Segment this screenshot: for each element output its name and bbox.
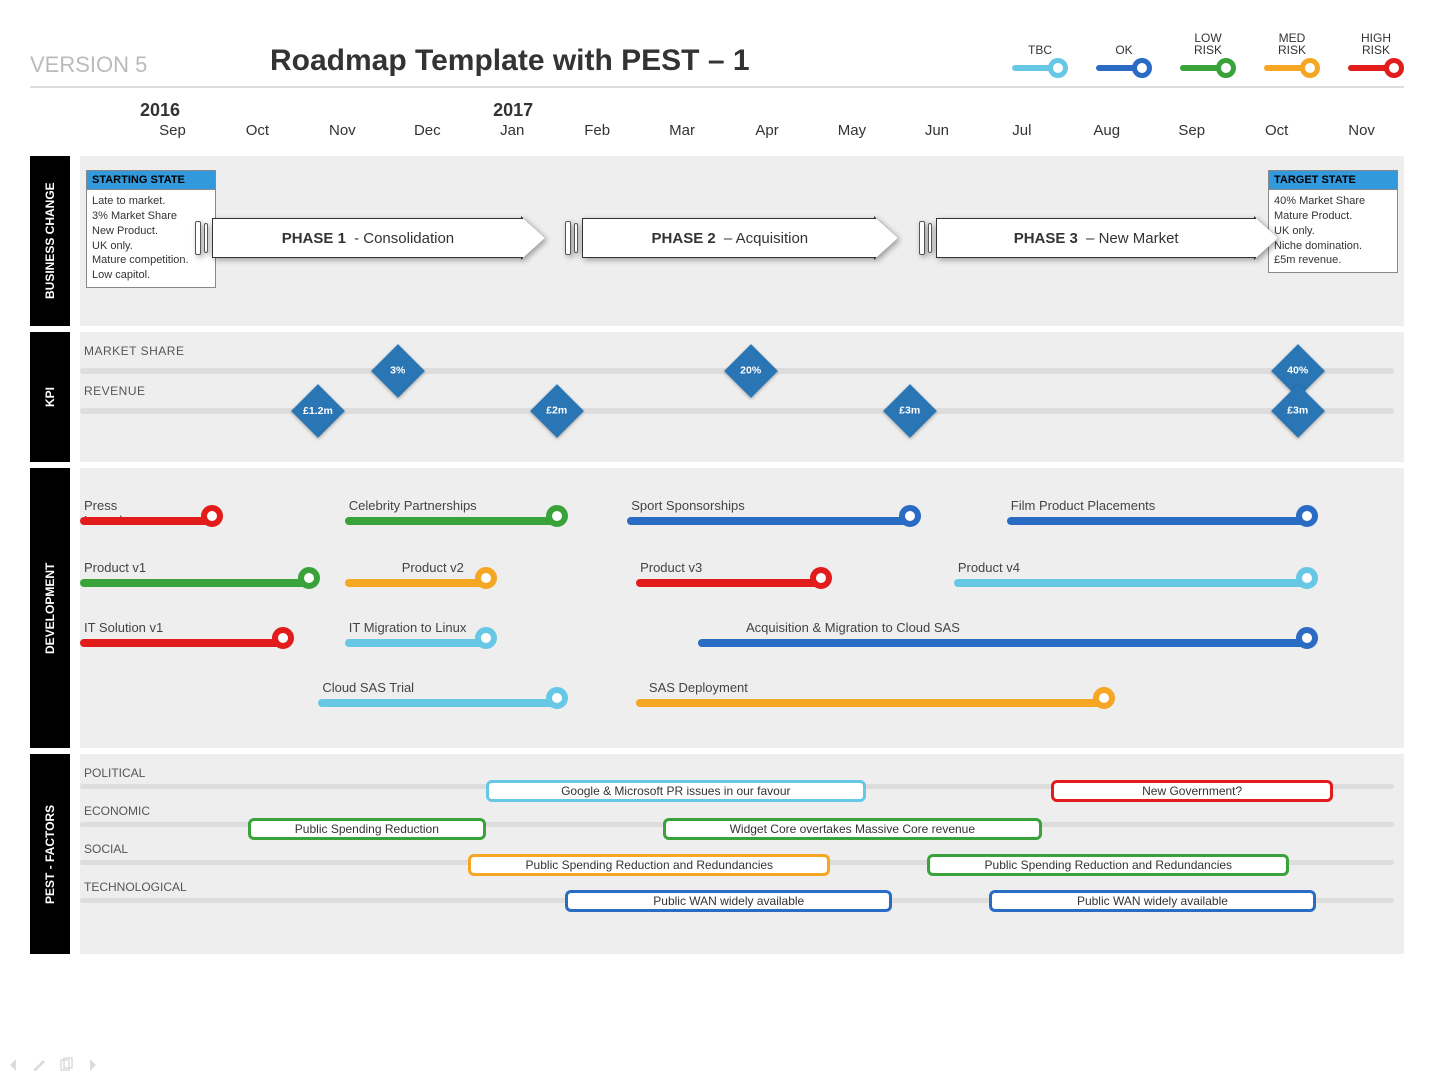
pest-box: Public Spending Reduction	[248, 818, 486, 840]
year-label: 2016	[140, 100, 180, 121]
kpi-row: REVENUE£1.2m£2m£3m£3m	[80, 400, 1404, 426]
dev-item-label: Acquisition & Migration to Cloud SAS	[746, 620, 960, 635]
legend-item: OK	[1096, 30, 1152, 78]
copy-icon[interactable]	[58, 1057, 74, 1076]
pest-row-label: POLITICAL	[84, 766, 145, 780]
legend: TBC OK LOWRISK MEDRISK HIGHRISK	[1012, 30, 1404, 78]
legend-item: HIGHRISK	[1348, 30, 1404, 78]
pest-row-label: TECHNOLOGICAL	[84, 880, 187, 894]
lane-development: DEVELOPMENT PressLaunch Celebrity Partne…	[30, 468, 1404, 748]
dev-item-label: IT Migration to Linux	[349, 620, 467, 635]
legend-item: MEDRISK	[1264, 30, 1320, 78]
month-label: Sep	[1149, 122, 1234, 146]
legend-label: TBC	[1028, 30, 1052, 56]
lane-label: DEVELOPMENT	[30, 468, 70, 748]
page-title: Roadmap Template with PEST – 1	[270, 44, 1012, 78]
month-label: Nov	[1319, 122, 1404, 146]
dev-item-label: Product v3	[640, 560, 702, 575]
pest-row-label: SOCIAL	[84, 842, 128, 856]
dev-item-label: Product v4	[958, 560, 1020, 575]
month-label: Sep	[130, 122, 215, 146]
month-label: Oct	[1234, 122, 1319, 146]
roadmap-canvas: 20162017 SepOctNovDecJanFebMarAprMayJunJ…	[30, 100, 1404, 1020]
pest-row-label: ECONOMIC	[84, 804, 150, 818]
lane-label: PEST - FACTORS	[30, 754, 70, 954]
phase-arrow: PHASE 2 – Acquisition	[565, 216, 898, 260]
kpi-row: MARKET SHARE3%20%40%	[80, 360, 1404, 386]
pest-box: Public Spending Reduction and Redundanci…	[927, 854, 1289, 876]
kpi-diamond: £3m	[1271, 384, 1325, 438]
dev-item-label: Product v2	[402, 560, 464, 575]
lane-body-pest: POLITICAL ECONOMIC SOCIAL TECHNOLOGICAL Goog…	[80, 754, 1404, 954]
lane-kpi: KPI MARKET SHARE3%20%40%REVENUE£1.2m£2m£…	[30, 332, 1404, 462]
dev-item-label: Celebrity Partnerships	[349, 498, 477, 513]
state-body: 40% Market Share Mature Product. UK only…	[1269, 190, 1397, 272]
year-label: 2017	[493, 100, 533, 121]
lane-business-change: BUSINESS CHANGE STARTING STATE Late to m…	[30, 156, 1404, 326]
bottom-toolbar	[6, 1057, 100, 1076]
lanes: BUSINESS CHANGE STARTING STATE Late to m…	[30, 150, 1404, 954]
pest-box: Public WAN widely available	[565, 890, 892, 912]
month-label: Oct	[215, 122, 300, 146]
month-label: Jan	[470, 122, 555, 146]
header: VERSION 5 Roadmap Template with PEST – 1…	[30, 30, 1404, 88]
month-label: Mar	[640, 122, 725, 146]
month-label: Apr	[725, 122, 810, 146]
dev-item-label: Film Product Placements	[1011, 498, 1156, 513]
phase-arrow: PHASE 1 - Consolidation	[195, 216, 545, 260]
month-label: Feb	[555, 122, 640, 146]
kpi-diamond: £2m	[530, 384, 584, 438]
lane-body-business-change: STARTING STATE Late to market. 3% Market…	[80, 156, 1404, 326]
legend-label: HIGHRISK	[1361, 30, 1391, 56]
kpi-row-label: MARKET SHARE	[84, 344, 184, 358]
state-title: TARGET STATE	[1269, 171, 1397, 190]
timeline-years: 2016 2017	[130, 100, 1404, 120]
arrow-left-icon[interactable]	[6, 1057, 22, 1076]
pest-box: Google & Microsoft PR issues in our favo…	[486, 780, 866, 802]
dev-item-label: Cloud SAS Trial	[322, 680, 414, 695]
pest-box: Public WAN widely available	[989, 890, 1316, 912]
month-label: Aug	[1064, 122, 1149, 146]
pest-box: Widget Core overtakes Massive Core reven…	[663, 818, 1043, 840]
arrow-right-icon[interactable]	[84, 1057, 100, 1076]
dev-item-label: SAS Deployment	[649, 680, 748, 695]
dev-item-label: Sport Sponsorships	[631, 498, 744, 513]
kpi-diamond: £3m	[883, 384, 937, 438]
lane-body-development: PressLaunch Celebrity Partnerships Sport…	[80, 468, 1404, 748]
legend-item: LOWRISK	[1180, 30, 1236, 78]
legend-label: MEDRISK	[1278, 30, 1306, 56]
state-title: STARTING STATE	[87, 171, 215, 190]
kpi-diamond: 3%	[371, 344, 425, 398]
legend-label: OK	[1115, 30, 1132, 56]
lane-body-kpi: MARKET SHARE3%20%40%REVENUE£1.2m£2m£3m£3…	[80, 332, 1404, 462]
dev-item-label: Product v1	[84, 560, 146, 575]
month-label: Jul	[979, 122, 1064, 146]
pest-box: Public Spending Reduction and Redundanci…	[468, 854, 830, 876]
version-label: VERSION 5	[30, 52, 270, 78]
pencil-icon[interactable]	[32, 1057, 48, 1076]
pest-box: New Government?	[1051, 780, 1333, 802]
timeline-months: SepOctNovDecJanFebMarAprMayJunJulAugSepO…	[130, 122, 1404, 146]
kpi-row-label: REVENUE	[84, 384, 146, 398]
lane-pest: PEST - FACTORS POLITICAL ECONOMIC SOCIAL TE…	[30, 754, 1404, 954]
legend-item: TBC	[1012, 30, 1068, 78]
month-label: Jun	[894, 122, 979, 146]
phase-arrow: PHASE 3 – New Market	[919, 216, 1278, 260]
lane-label: BUSINESS CHANGE	[30, 156, 70, 326]
kpi-diamond: £1.2m	[291, 384, 345, 438]
dev-item-label: IT Solution v1	[84, 620, 163, 635]
month-label: Dec	[385, 122, 470, 146]
month-label: Nov	[300, 122, 385, 146]
kpi-diamond: 20%	[724, 344, 778, 398]
legend-label: LOWRISK	[1194, 30, 1222, 56]
target-state-box: TARGET STATE 40% Market Share Mature Pro…	[1268, 170, 1398, 273]
month-label: May	[810, 122, 895, 146]
lane-label: KPI	[30, 332, 70, 462]
